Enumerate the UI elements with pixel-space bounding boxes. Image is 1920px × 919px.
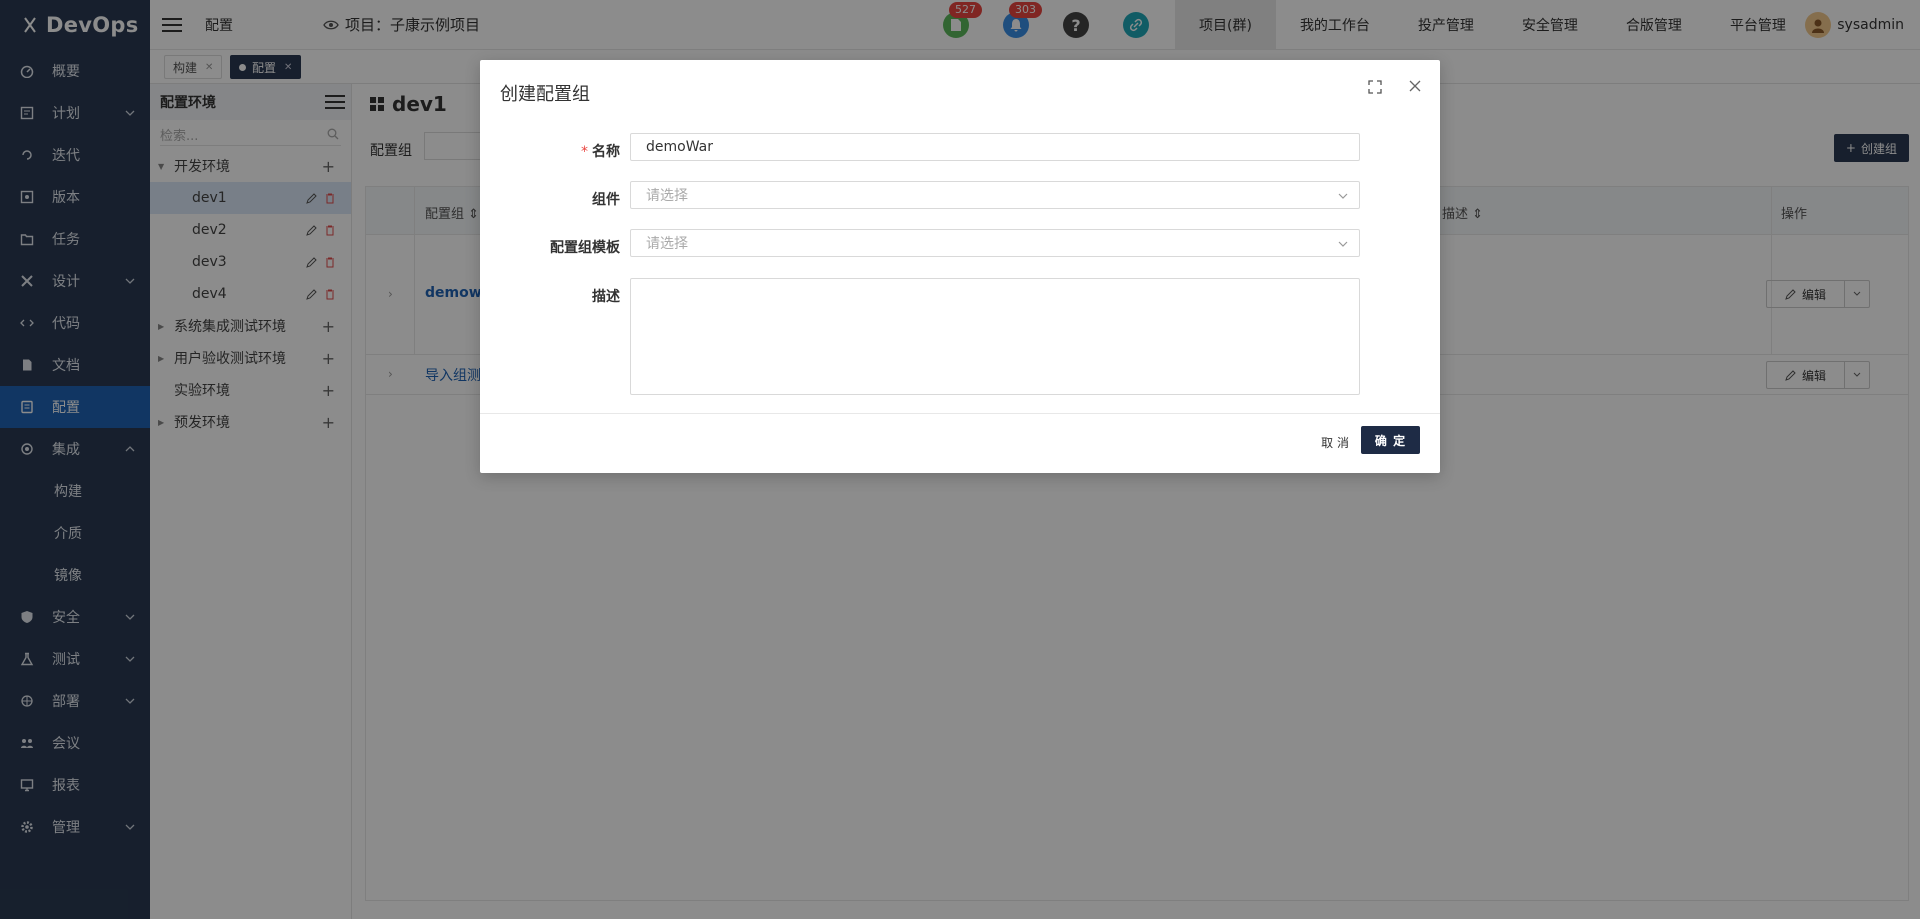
template-select[interactable]: 请选择 xyxy=(630,229,1360,257)
template-label: 配置组模板 xyxy=(550,240,620,256)
name-label: * 名称 xyxy=(581,144,620,160)
dialog-footer: 取 消 确 定 xyxy=(480,413,1440,473)
cancel-button[interactable]: 取 消 xyxy=(1321,434,1349,451)
description-textarea[interactable] xyxy=(630,278,1360,395)
description-label: 描述 xyxy=(592,289,620,305)
component-placeholder: 请选择 xyxy=(646,188,688,204)
maximize-icon[interactable] xyxy=(1368,80,1382,94)
close-icon[interactable] xyxy=(1408,79,1422,93)
name-input[interactable]: demoWar xyxy=(630,133,1360,161)
chevron-down-icon xyxy=(1338,241,1348,247)
confirm-button[interactable]: 确 定 xyxy=(1361,426,1420,454)
template-placeholder: 请选择 xyxy=(646,236,688,252)
component-label: 组件 xyxy=(592,192,620,208)
component-select[interactable]: 请选择 xyxy=(630,181,1360,209)
dialog-title: 创建配置组 xyxy=(500,84,590,105)
create-config-group-dialog: 创建配置组 * 名称 demoWar 组件 请选择 配置组模板 请选择 描述 取 … xyxy=(480,60,1440,473)
chevron-down-icon xyxy=(1338,193,1348,199)
